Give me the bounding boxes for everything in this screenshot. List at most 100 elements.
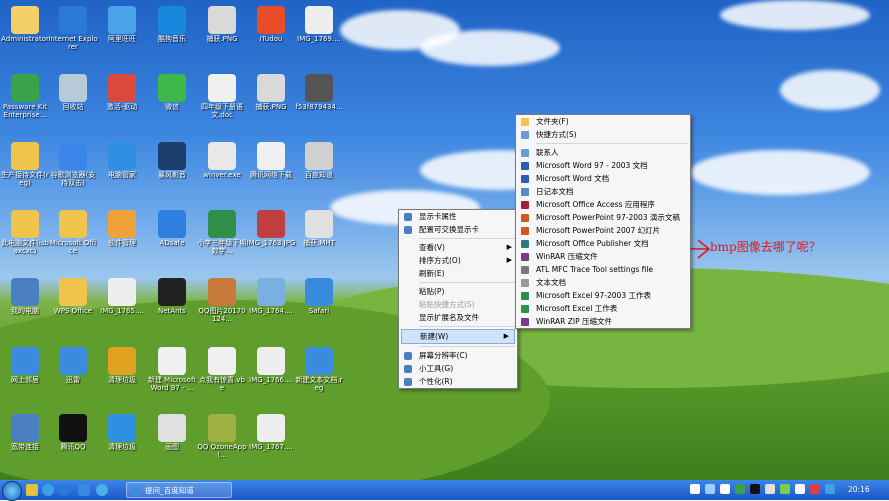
journal-icon [521, 188, 529, 196]
display-switch-icon [404, 226, 412, 234]
submenu-arrow-icon: ▶ [506, 243, 512, 251]
ie-icon[interactable] [58, 484, 70, 496]
gadgets-icon [404, 365, 412, 373]
folder-icon [521, 118, 529, 126]
tray-network-icon[interactable] [705, 484, 715, 494]
new-submenu-item[interactable]: 文件夹(F) [516, 115, 690, 128]
tray-antivirus-icon[interactable] [810, 484, 820, 494]
menu-item-label: Microsoft Office Access 应用程序 [536, 200, 655, 209]
context-menu-item[interactable]: 配置可交换显示卡 [399, 223, 517, 236]
menu-item-label: 刷新(E) [419, 269, 445, 278]
personalize-icon [404, 378, 412, 386]
word-doc-icon [521, 175, 529, 183]
context-menu-item[interactable]: 粘贴(P) [399, 285, 517, 298]
context-menu-item[interactable]: 新建(W) ▶ [401, 329, 515, 344]
winrar-icon [521, 253, 529, 261]
new-submenu-item[interactable]: Microsoft Office Access 应用程序 [516, 198, 690, 211]
new-submenu-item[interactable]: Microsoft Excel 工作表 [516, 302, 690, 315]
new-submenu-item[interactable]: Microsoft Word 97 - 2003 文档 [516, 159, 690, 172]
menu-item-label: Microsoft Word 97 - 2003 文档 [536, 161, 648, 170]
new-submenu-item[interactable]: WinRAR ZIP 压缩文件 [516, 315, 690, 328]
winrar-icon [521, 318, 529, 326]
menu-item-label: 个性化(R) [419, 377, 453, 386]
media-player-icon[interactable] [42, 484, 54, 496]
tray-qq-icon[interactable] [750, 484, 760, 494]
submenu-arrow-icon: ▶ [503, 332, 509, 340]
powerpoint-icon [521, 214, 529, 222]
access-icon [521, 201, 529, 209]
menu-item-label: Microsoft PowerPoint 97-2003 演示文稿 [536, 213, 680, 222]
text-file-icon [521, 279, 529, 287]
powerpoint-icon [521, 227, 529, 235]
excel-file-icon [521, 305, 529, 313]
new-submenu-item[interactable]: 文本文档 [516, 276, 690, 289]
menu-separator [419, 282, 515, 283]
context-menu-item[interactable]: 显示扩展名及文件 [399, 311, 517, 324]
display-props-icon [404, 213, 412, 221]
menu-item-label: 联系人 [536, 148, 559, 157]
taskbar: 提问_百度知道 20:16 [0, 480, 889, 501]
menu-item-label: 配置可交换显示卡 [419, 225, 479, 234]
quicklaunch-icon[interactable] [96, 484, 108, 496]
resolution-icon [404, 352, 412, 360]
menu-item-label: WinRAR ZIP 压缩文件 [536, 317, 612, 326]
tray-update-icon[interactable] [825, 484, 835, 494]
context-menu-item[interactable]: 显示卡属性 [399, 210, 517, 223]
tray-security-icon[interactable] [735, 484, 745, 494]
menu-item-label: 排序方式(O) [419, 256, 461, 265]
menu-item-label: 显示扩展名及文件 [419, 313, 479, 322]
taskbar-task-button[interactable]: 提问_百度知道 [126, 482, 232, 498]
menu-item-label: 文件夹(F) [536, 117, 569, 126]
tray-flag-icon[interactable] [795, 484, 805, 494]
tray-volume-icon[interactable] [720, 484, 730, 494]
context-menu-item[interactable]: 粘贴快捷方式(S) [399, 298, 517, 311]
settings-file-icon [521, 266, 529, 274]
new-submenu-item[interactable]: 快捷方式(S) [516, 128, 690, 141]
context-menu-item[interactable]: 排序方式(O) ▶ [399, 254, 517, 267]
menu-item-label: Microsoft Office Publisher 文档 [536, 239, 649, 248]
new-submenu-item[interactable]: Microsoft Excel 97-2003 工作表 [516, 289, 690, 302]
clock[interactable]: 20:16 [848, 482, 870, 498]
menu-separator [419, 346, 515, 347]
menu-item-label: 粘贴快捷方式(S) [419, 300, 475, 309]
new-submenu-item[interactable]: Microsoft PowerPoint 97-2003 演示文稿 [516, 211, 690, 224]
new-submenu-item[interactable]: 联系人 [516, 146, 690, 159]
publisher-icon [521, 240, 529, 248]
menu-item-label: ATL MFC Trace Tool settings file [536, 265, 654, 274]
word-doc-icon [521, 162, 529, 170]
new-submenu-item[interactable]: Microsoft PowerPoint 2007 幻灯片 [516, 224, 690, 237]
menu-separator [419, 326, 515, 327]
task-icon [131, 487, 140, 496]
menu-item-label: Microsoft Word 文档 [536, 174, 610, 183]
tray-up-icon[interactable] [690, 484, 700, 494]
task-label: 提问_百度知道 [145, 486, 194, 495]
new-submenu: 文件夹(F) 快捷方式(S) 联系人 Microsoft Word 97 - 2003… [515, 114, 691, 329]
explorer-icon[interactable] [26, 484, 38, 496]
menu-item-label: WinRAR 压缩文件 [536, 252, 598, 261]
new-submenu-item[interactable]: ATL MFC Trace Tool settings file [516, 263, 690, 276]
new-submenu-item[interactable]: Microsoft Word 文档 [516, 172, 690, 185]
tray-battery-icon[interactable] [780, 484, 790, 494]
context-menu-item[interactable]: 屏幕分辨率(C) [399, 349, 517, 362]
context-menu-item[interactable]: 查看(V) ▶ [399, 241, 517, 254]
excel-file-icon [521, 292, 529, 300]
start-button[interactable] [2, 481, 22, 501]
shortcut-icon [521, 131, 529, 139]
menu-item-label: Microsoft PowerPoint 2007 幻灯片 [536, 226, 661, 235]
menu-item-label: 显示卡属性 [419, 212, 457, 221]
menu-item-label: 查看(V) [419, 243, 445, 252]
context-menu-item[interactable]: 小工具(G) [399, 362, 517, 375]
new-submenu-item[interactable]: Microsoft Office Publisher 文档 [516, 237, 690, 250]
desktop-context-menu: 显示卡属性 配置可交换显示卡 查看(V) ▶ 排序方式(O) ▶ 刷新(E) 粘贴(P) 粘贴快… [398, 209, 518, 389]
context-menu-item[interactable]: 刷新(E) [399, 267, 517, 280]
menu-item-label: 粘贴(P) [419, 287, 445, 296]
quicklaunch-icon[interactable] [78, 484, 90, 496]
new-submenu-item[interactable]: WinRAR 压缩文件 [516, 250, 690, 263]
tray-ime-icon[interactable] [765, 484, 775, 494]
menu-item-label: 文本文档 [536, 278, 566, 287]
menu-item-label: 小工具(G) [419, 364, 454, 373]
context-menu-item[interactable]: 个性化(R) [399, 375, 517, 388]
new-submenu-item[interactable]: 日记本文档 [516, 185, 690, 198]
menu-item-label: 快捷方式(S) [536, 130, 577, 139]
menu-item-label: Microsoft Excel 97-2003 工作表 [536, 291, 651, 300]
